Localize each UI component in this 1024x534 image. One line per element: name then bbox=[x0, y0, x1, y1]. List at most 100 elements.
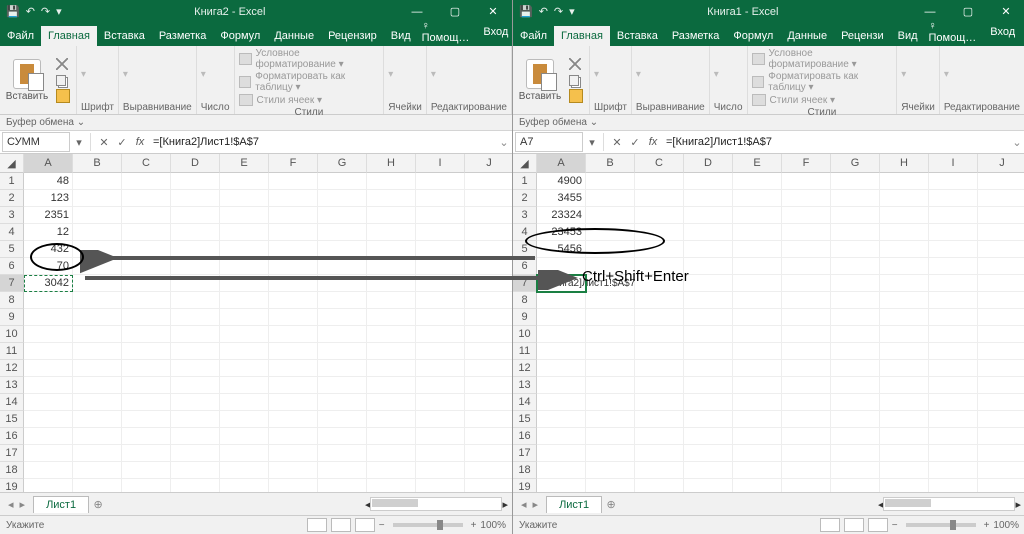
ribbon-group-Выравнивание[interactable]: ▾Выравнивание bbox=[119, 46, 197, 114]
cell-G6[interactable] bbox=[318, 258, 367, 275]
cell-A6[interactable]: 70 bbox=[24, 258, 73, 275]
ribbon-group-Шрифт[interactable]: ▾Шрифт bbox=[77, 46, 119, 114]
cell-J15[interactable] bbox=[978, 411, 1024, 428]
cell-J7[interactable] bbox=[465, 275, 512, 292]
cell-D2[interactable] bbox=[684, 190, 733, 207]
cell-C4[interactable] bbox=[122, 224, 171, 241]
cell-F14[interactable] bbox=[269, 394, 318, 411]
save-icon[interactable]: 💾 bbox=[6, 5, 20, 18]
cell-B6[interactable] bbox=[73, 258, 122, 275]
cell-E14[interactable] bbox=[220, 394, 269, 411]
cell-J6[interactable] bbox=[978, 258, 1024, 275]
cell-E6[interactable] bbox=[220, 258, 269, 275]
cell-D4[interactable] bbox=[684, 224, 733, 241]
cell-F7[interactable] bbox=[269, 275, 318, 292]
cell-J2[interactable] bbox=[465, 190, 512, 207]
col-header-J[interactable]: J bbox=[978, 154, 1024, 173]
cell-A14[interactable] bbox=[537, 394, 586, 411]
cell-D11[interactable] bbox=[684, 343, 733, 360]
cell-E11[interactable] bbox=[220, 343, 269, 360]
cell-I4[interactable] bbox=[929, 224, 978, 241]
cell-A9[interactable] bbox=[537, 309, 586, 326]
cell-H17[interactable] bbox=[367, 445, 416, 462]
cell-F18[interactable] bbox=[782, 462, 831, 479]
cell-G13[interactable] bbox=[831, 377, 880, 394]
cell-C8[interactable] bbox=[635, 292, 684, 309]
cell-F12[interactable] bbox=[269, 360, 318, 377]
cell-H4[interactable] bbox=[367, 224, 416, 241]
cell-J14[interactable] bbox=[465, 394, 512, 411]
cell-H15[interactable] bbox=[880, 411, 929, 428]
undo-icon[interactable]: ↶ bbox=[539, 5, 548, 18]
cell-B12[interactable] bbox=[73, 360, 122, 377]
cell-D14[interactable] bbox=[171, 394, 220, 411]
sheet-nav[interactable]: ◂▸ bbox=[513, 498, 546, 511]
ribbon-group-Шрифт[interactable]: ▾Шрифт bbox=[590, 46, 632, 114]
cell-C15[interactable] bbox=[122, 411, 171, 428]
undo-icon[interactable]: ↶ bbox=[26, 5, 35, 18]
row-header-19[interactable]: 19 bbox=[513, 479, 537, 492]
fx-icon[interactable]: fx bbox=[131, 136, 149, 148]
cell-E4[interactable] bbox=[220, 224, 269, 241]
cell-G19[interactable] bbox=[831, 479, 880, 492]
cell-H8[interactable] bbox=[880, 292, 929, 309]
cell-A15[interactable] bbox=[24, 411, 73, 428]
cell-H2[interactable] bbox=[367, 190, 416, 207]
cell-G9[interactable] bbox=[318, 309, 367, 326]
cell-A19[interactable] bbox=[537, 479, 586, 492]
col-header-D[interactable]: D bbox=[684, 154, 733, 173]
cell-B3[interactable] bbox=[73, 207, 122, 224]
cell-F10[interactable] bbox=[269, 326, 318, 343]
ribbon-tab-вставка[interactable]: Вставка bbox=[97, 26, 152, 46]
cell-A5[interactable]: 5456 bbox=[537, 241, 586, 258]
cell-J16[interactable] bbox=[465, 428, 512, 445]
cell-E11[interactable] bbox=[733, 343, 782, 360]
cell-E6[interactable] bbox=[733, 258, 782, 275]
cell-C8[interactable] bbox=[122, 292, 171, 309]
col-header-F[interactable]: F bbox=[782, 154, 831, 173]
cell-C14[interactable] bbox=[122, 394, 171, 411]
cell-C18[interactable] bbox=[122, 462, 171, 479]
add-sheet-button[interactable]: ⊕ bbox=[89, 498, 107, 511]
row-header-10[interactable]: 10 bbox=[513, 326, 537, 343]
cell-B15[interactable] bbox=[73, 411, 122, 428]
cell-F6[interactable] bbox=[782, 258, 831, 275]
cell-H9[interactable] bbox=[367, 309, 416, 326]
cell-H2[interactable] bbox=[880, 190, 929, 207]
cell-I18[interactable] bbox=[416, 462, 465, 479]
cell-I14[interactable] bbox=[416, 394, 465, 411]
cell-D4[interactable] bbox=[171, 224, 220, 241]
cell-G11[interactable] bbox=[318, 343, 367, 360]
cell-E10[interactable] bbox=[733, 326, 782, 343]
cell-G18[interactable] bbox=[831, 462, 880, 479]
add-sheet-button[interactable]: ⊕ bbox=[602, 498, 620, 511]
row-header-11[interactable]: 11 bbox=[513, 343, 537, 360]
cell-B10[interactable] bbox=[586, 326, 635, 343]
cell-A16[interactable] bbox=[537, 428, 586, 445]
cell-I13[interactable] bbox=[416, 377, 465, 394]
cell-J5[interactable] bbox=[465, 241, 512, 258]
styles-item[interactable]: Стили ячеек ▾ bbox=[752, 94, 893, 106]
ribbon-tab-главная[interactable]: Главная bbox=[554, 26, 610, 46]
row-header-6[interactable]: 6 bbox=[0, 258, 24, 275]
ribbon-group-Ячейки[interactable]: ▾Ячейки bbox=[897, 46, 940, 114]
cell-A18[interactable] bbox=[24, 462, 73, 479]
cell-C2[interactable] bbox=[122, 190, 171, 207]
cell-A14[interactable] bbox=[24, 394, 73, 411]
cell-B9[interactable] bbox=[586, 309, 635, 326]
cell-A8[interactable] bbox=[537, 292, 586, 309]
cell-C3[interactable] bbox=[635, 207, 684, 224]
col-header-I[interactable]: I bbox=[416, 154, 465, 173]
row-header-18[interactable]: 18 bbox=[0, 462, 24, 479]
cell-I15[interactable] bbox=[416, 411, 465, 428]
cell-B8[interactable] bbox=[73, 292, 122, 309]
cell-B5[interactable] bbox=[586, 241, 635, 258]
cell-C14[interactable] bbox=[635, 394, 684, 411]
paste-button[interactable]: Вставить bbox=[517, 59, 563, 102]
name-box-dropdown[interactable]: ▾ bbox=[72, 136, 86, 149]
row-header-7[interactable]: 7 bbox=[0, 275, 24, 292]
cell-A12[interactable] bbox=[24, 360, 73, 377]
cell-H10[interactable] bbox=[880, 326, 929, 343]
enter-formula-icon[interactable]: ✓ bbox=[113, 136, 131, 149]
cell-I7[interactable] bbox=[929, 275, 978, 292]
